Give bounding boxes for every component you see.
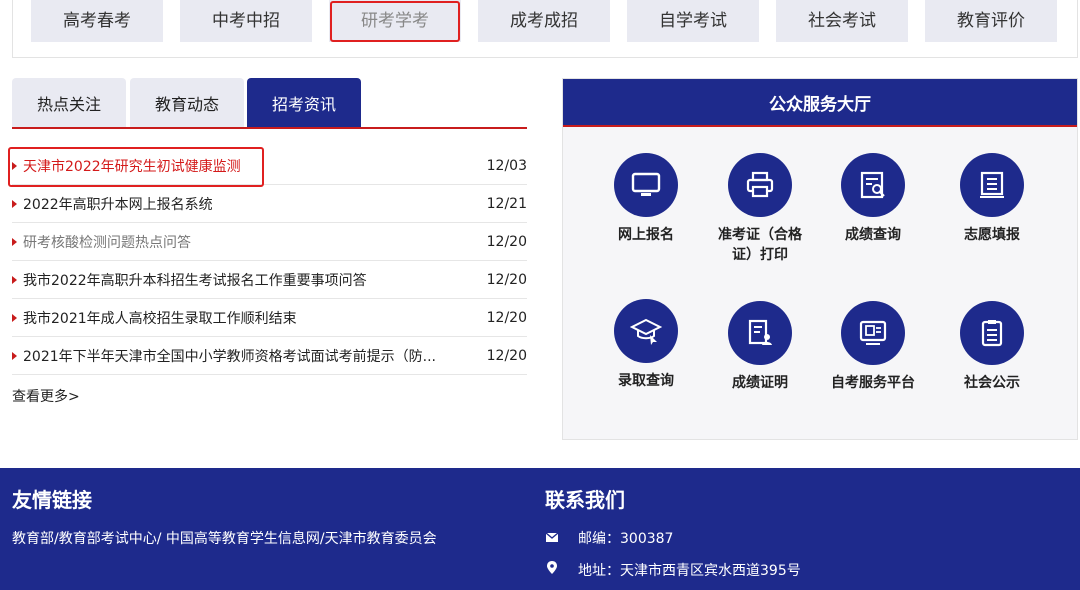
nav-chengkao[interactable]: 成考成招 xyxy=(478,0,610,42)
service-label: 成绩证明 xyxy=(732,375,788,391)
service-score-query[interactable]: 成绩查询 xyxy=(813,153,933,245)
tab-underline xyxy=(12,127,527,129)
certificate-icon xyxy=(728,301,792,365)
list-item[interactable]: 研考核酸检测问题热点问答 12/20 xyxy=(12,223,527,261)
hall-title: 公众服务大厅 xyxy=(563,79,1077,127)
see-more-link[interactable]: 查看更多> xyxy=(12,386,80,406)
graduation-cap-icon xyxy=(614,299,678,363)
service-label: 成绩查询 xyxy=(845,227,901,243)
service-volunteer[interactable]: 志愿填报 xyxy=(932,153,1052,245)
list-item[interactable]: 我市2022年高职升本科招生考试报名工作重要事项问答 12/20 xyxy=(12,261,527,299)
service-self-study-platform[interactable]: 自考服务平台 xyxy=(813,301,933,393)
news-tabs: 热点关注 教育动态 招考资讯 xyxy=(12,78,527,128)
list-item[interactable]: 2022年高职升本网上报名系统 12/21 xyxy=(12,185,527,223)
bullet-triangle-icon xyxy=(12,275,17,284)
nav-gaokao[interactable]: 高考春考 xyxy=(31,0,163,42)
service-label: 社会公示 xyxy=(964,375,1020,391)
service-label: 网上报名 xyxy=(618,227,674,243)
news-date: 12/03 xyxy=(486,157,527,174)
news-title[interactable]: 研考核酸检测问题热点问答 xyxy=(23,232,487,252)
service-hall: 公众服务大厅 网上报名 准考证（合格证）打印 成绩查询 志愿填报 录取查询 成绩… xyxy=(562,78,1078,440)
nav-zixue[interactable]: 自学考试 xyxy=(627,0,759,42)
news-date: 12/20 xyxy=(486,309,527,326)
news-date: 12/20 xyxy=(486,271,527,288)
news-title[interactable]: 2022年高职升本网上报名系统 xyxy=(23,194,487,214)
bullet-triangle-icon xyxy=(12,313,17,322)
service-label: 录取查询 xyxy=(618,373,674,389)
service-admission-query[interactable]: 录取查询 xyxy=(586,299,706,391)
news-date: 12/20 xyxy=(486,233,527,250)
news-title[interactable]: 我市2022年高职升本科招生考试报名工作重要事项问答 xyxy=(23,270,487,290)
service-score-certificate[interactable]: 成绩证明 xyxy=(700,301,820,393)
tab-hot[interactable]: 热点关注 xyxy=(12,78,126,128)
links-heading: 友情链接 xyxy=(12,488,92,512)
service-ticket-print[interactable]: 准考证（合格证）打印 xyxy=(700,153,820,265)
tab-admission-news[interactable]: 招考资讯 xyxy=(247,78,361,128)
contact-heading: 联系我们 xyxy=(545,488,625,512)
bullet-triangle-icon xyxy=(12,237,17,246)
nav-shehui[interactable]: 社会考试 xyxy=(776,0,908,42)
friend-links[interactable]: 教育部/教育部考试中心/ 中国高等教育学生信息网/天津市教育委员会 xyxy=(12,528,437,548)
postcode-text: 邮编：300387 xyxy=(578,531,674,547)
form-list-icon xyxy=(960,153,1024,217)
bullet-triangle-icon xyxy=(12,199,17,208)
service-label: 准考证（合格证）打印 xyxy=(718,227,802,263)
list-item[interactable]: 我市2021年成人高校招生录取工作顺利结束 12/20 xyxy=(12,299,527,337)
score-search-icon xyxy=(841,153,905,217)
platform-icon xyxy=(841,301,905,365)
monitor-icon xyxy=(614,153,678,217)
news-date: 12/21 xyxy=(486,195,527,212)
address-text: 地址：天津市西青区宾水西道395号 xyxy=(578,563,801,579)
news-title[interactable]: 我市2021年成人高校招生录取工作顺利结束 xyxy=(23,308,487,328)
highlight-box xyxy=(8,147,264,187)
nav-zhongkao[interactable]: 中考中招 xyxy=(180,0,312,42)
service-label: 志愿填报 xyxy=(964,227,1020,243)
tab-edu-news[interactable]: 教育动态 xyxy=(130,78,244,128)
service-online-registration[interactable]: 网上报名 xyxy=(586,153,706,245)
printer-icon xyxy=(728,153,792,217)
mail-icon xyxy=(545,532,559,542)
bullet-triangle-icon xyxy=(12,351,17,360)
nav-jiaoyu-pingjia[interactable]: 教育评价 xyxy=(925,0,1057,42)
list-item[interactable]: 2021年下半年天津市全国中小学教师资格考试面试考前提示（防... 12/20 xyxy=(12,337,527,375)
news-title[interactable]: 2021年下半年天津市全国中小学教师资格考试面试考前提示（防... xyxy=(23,346,487,366)
news-date: 12/20 xyxy=(486,347,527,364)
category-nav: 高考春考 中考中招 研考学考 成考成招 自学考试 社会考试 教育评价 xyxy=(12,0,1078,58)
footer: 友情链接 教育部/教育部考试中心/ 中国高等教育学生信息网/天津市教育委员会 联… xyxy=(0,468,1080,590)
service-label: 自考服务平台 xyxy=(831,375,915,391)
service-public-notice[interactable]: 社会公示 xyxy=(932,301,1052,393)
location-pin-icon xyxy=(547,561,557,574)
clipboard-icon xyxy=(960,301,1024,365)
highlight-box xyxy=(330,1,460,42)
